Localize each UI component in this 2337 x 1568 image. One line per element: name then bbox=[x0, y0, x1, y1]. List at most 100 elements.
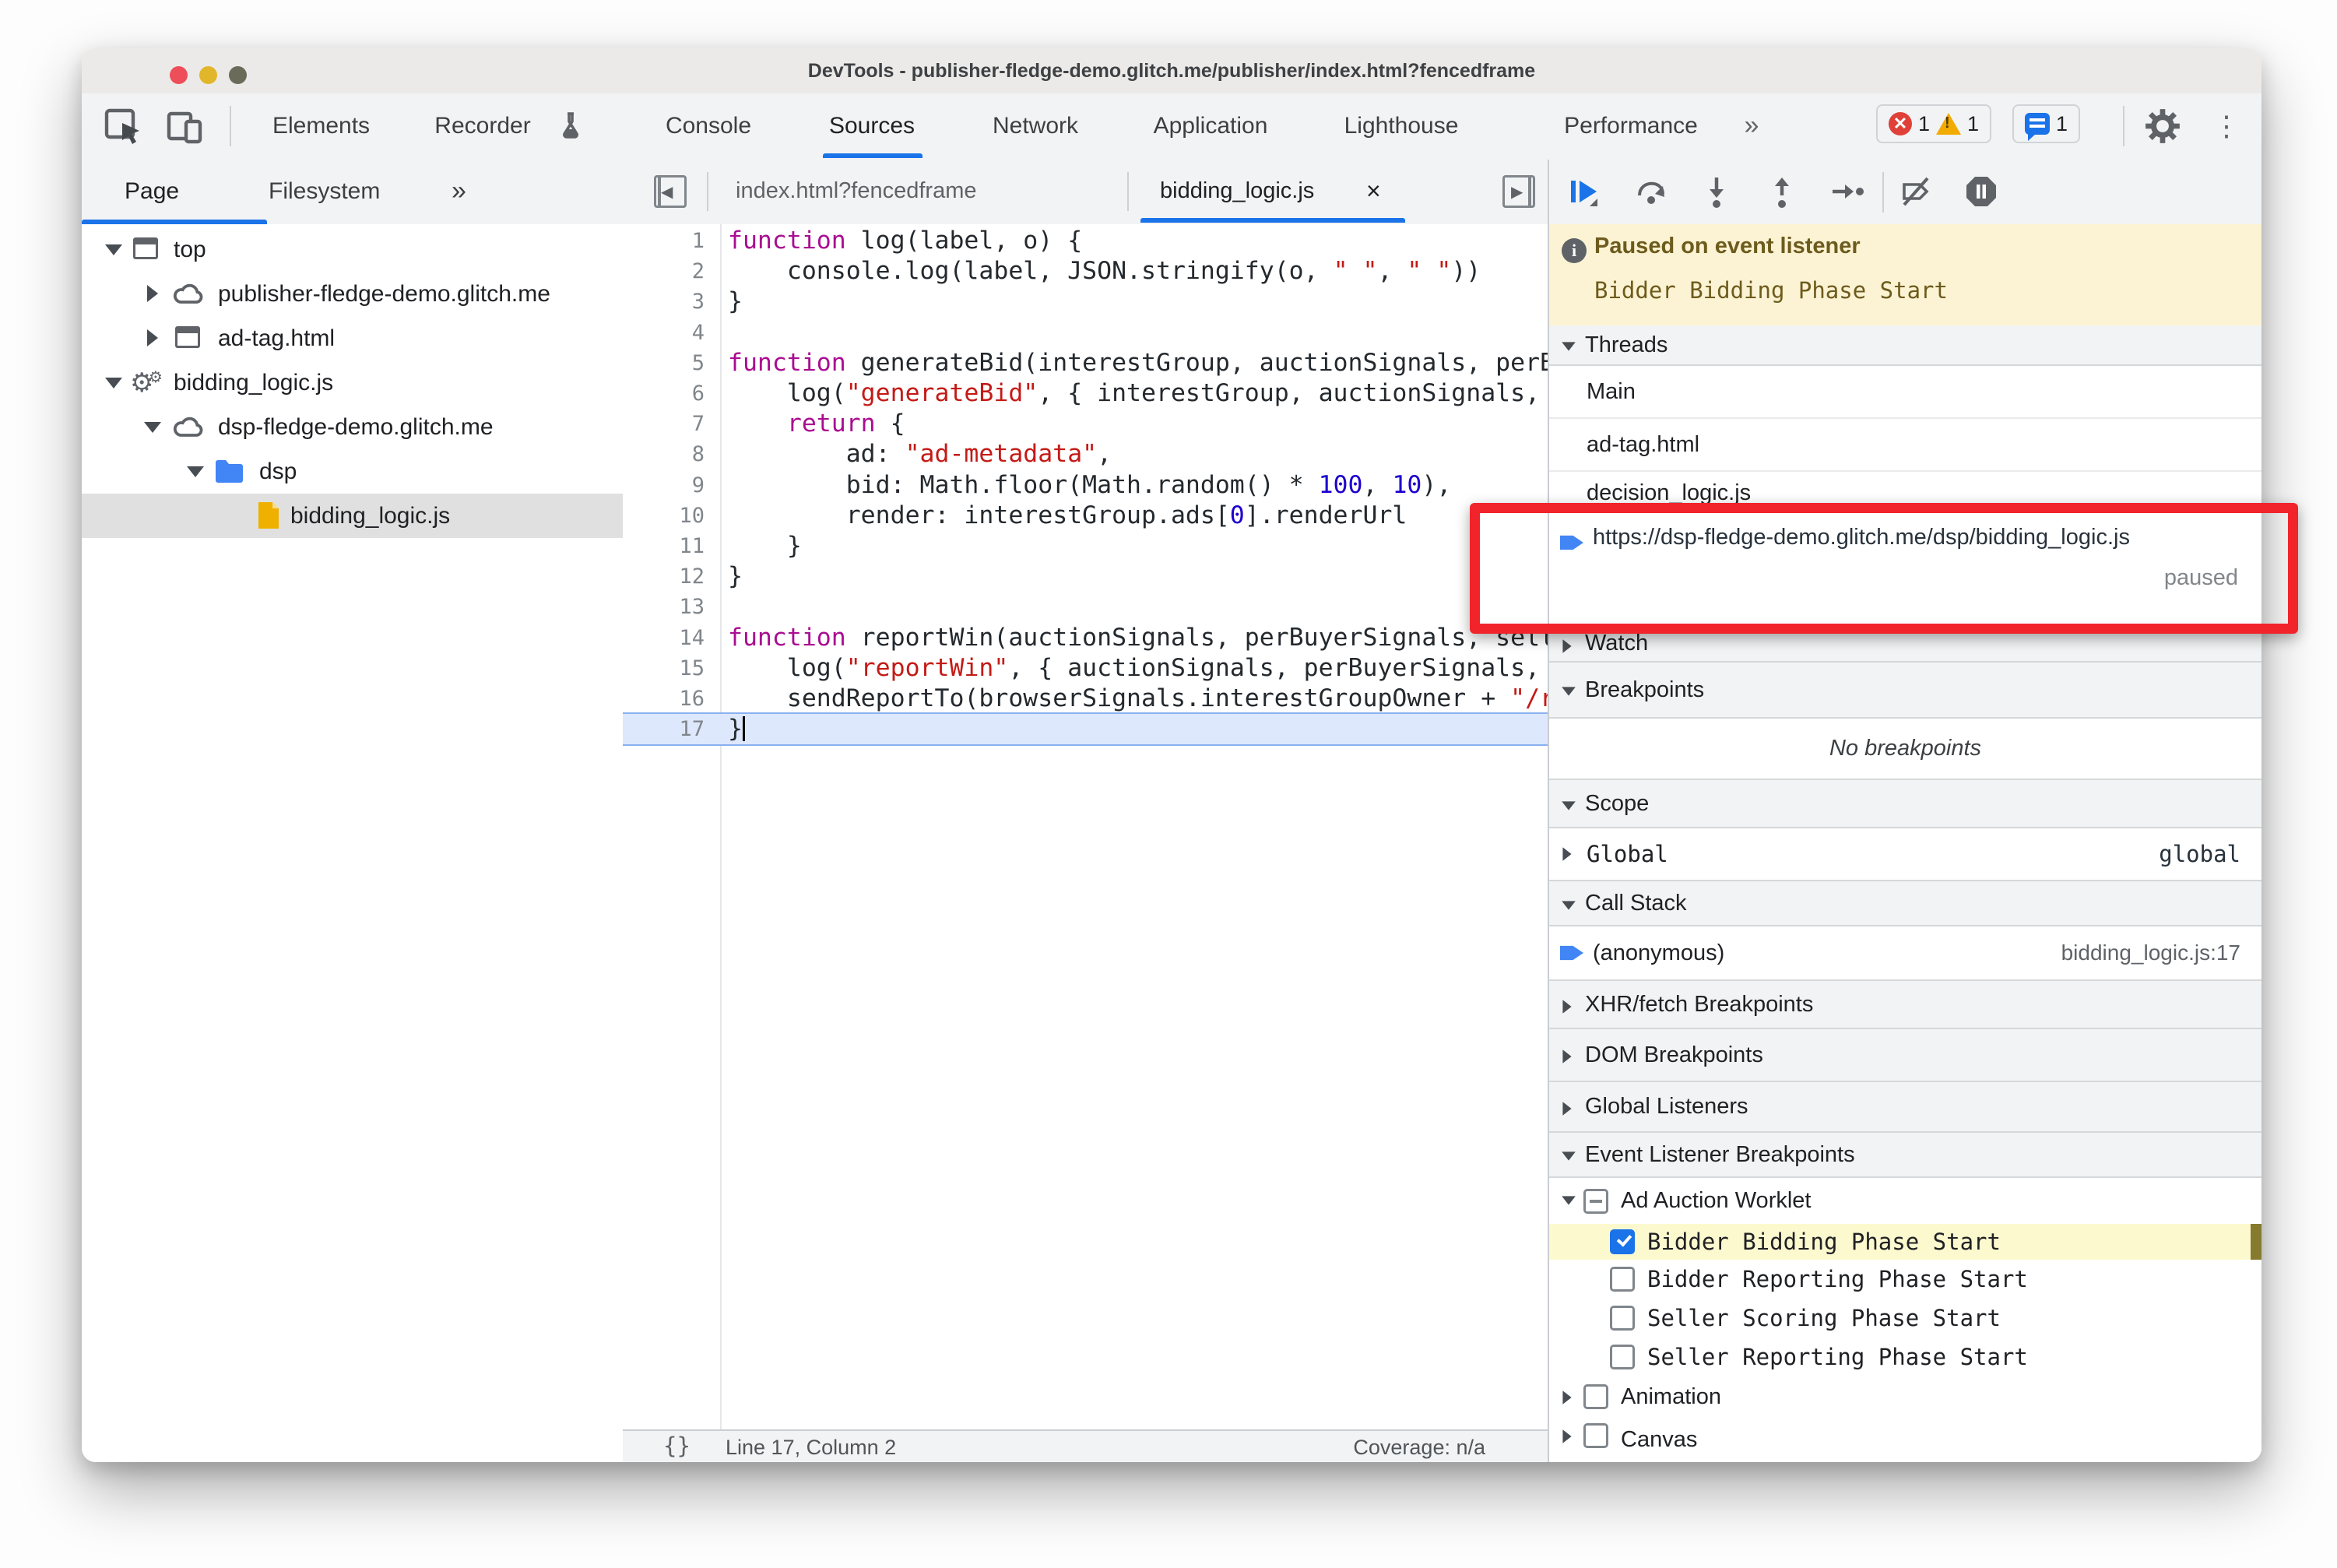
line-number[interactable]: 4 bbox=[623, 318, 705, 348]
kebab-menu-icon[interactable]: ⋮ bbox=[2203, 93, 2250, 158]
chevron-right-icon[interactable] bbox=[147, 285, 158, 302]
collapse-navigator-icon[interactable]: ◀ bbox=[654, 175, 687, 208]
threads-header[interactable]: Threads bbox=[1549, 325, 2261, 366]
step-button[interactable] bbox=[1829, 174, 1865, 209]
line-number[interactable]: 15 bbox=[623, 653, 705, 684]
code-line[interactable]: 16 sendReportTo(browserSignals.interestG… bbox=[623, 684, 1548, 714]
code-line[interactable]: 2 console.log(label, JSON.stringify(o, "… bbox=[623, 256, 1548, 287]
line-number[interactable]: 9 bbox=[623, 470, 705, 501]
expand-debugger-icon[interactable]: ▶ bbox=[1502, 175, 1535, 208]
code-line[interactable]: 5 function generateBid(interestGroup, auc… bbox=[623, 348, 1548, 378]
editor-tab-bidding-logic[interactable]: bidding_logic.js bbox=[1160, 160, 1314, 223]
code-line[interactable]: 12} bbox=[623, 561, 1548, 592]
tab-recorder[interactable]: Recorder bbox=[424, 93, 541, 158]
console-status-badge[interactable]: ✕ 1 1 bbox=[1876, 104, 1992, 143]
code-line[interactable]: 9 bid: Math.floor(Math.random() * 100, 1… bbox=[623, 470, 1548, 501]
line-number[interactable]: 8 bbox=[623, 439, 705, 469]
tab-performance[interactable]: Performance bbox=[1545, 93, 1717, 158]
line-number[interactable]: 11 bbox=[623, 531, 705, 561]
tree-item-bidding-logic-worklet[interactable]: ⚙ ⚙ bidding_logic.js bbox=[82, 360, 623, 405]
tab-network[interactable]: Network bbox=[977, 93, 1094, 158]
tab-application[interactable]: Application bbox=[1140, 93, 1281, 158]
call-stack-section-header[interactable]: Call Stack bbox=[1549, 880, 2261, 926]
code-line[interactable]: 13 bbox=[623, 592, 1548, 622]
bidder-bidding-phase-row[interactable]: Bidder Bidding Phase Start bbox=[1549, 1224, 2261, 1260]
chevron-down-icon[interactable] bbox=[105, 378, 122, 388]
sidebar-tab-page[interactable]: Page bbox=[125, 160, 179, 223]
animation-row[interactable]: Animation bbox=[1549, 1376, 2261, 1417]
code-editor[interactable]: 1 function log(label, o) {2 console.log(l… bbox=[623, 224, 1548, 1429]
more-tabs-chevron-icon[interactable]: » bbox=[1728, 93, 1775, 158]
code-line[interactable]: 7 return { bbox=[623, 409, 1548, 439]
line-number[interactable]: 13 bbox=[623, 592, 705, 622]
pause-on-exceptions-button[interactable] bbox=[1963, 174, 1999, 209]
line-number[interactable]: 6 bbox=[623, 378, 705, 409]
line-number[interactable]: 2 bbox=[623, 256, 705, 287]
code-line[interactable]: 1 function log(label, o) { bbox=[623, 226, 1548, 256]
ad-auction-worklet-checkbox[interactable] bbox=[1583, 1189, 1608, 1214]
tree-item-ad-tag[interactable]: ad-tag.html bbox=[82, 316, 623, 360]
seller-reporting-phase-row[interactable]: Seller Reporting Phase Start bbox=[1549, 1338, 2261, 1376]
global-listeners-header[interactable]: Global Listeners bbox=[1549, 1082, 2261, 1133]
line-number[interactable]: 3 bbox=[623, 287, 705, 317]
line-number[interactable]: 1 bbox=[623, 226, 705, 256]
gear-icon[interactable] bbox=[2143, 107, 2182, 146]
bidder-reporting-phase-checkbox[interactable] bbox=[1610, 1267, 1635, 1292]
seller-scoring-phase-checkbox[interactable] bbox=[1610, 1306, 1635, 1331]
pretty-print-icon[interactable]: {} bbox=[663, 1433, 691, 1459]
step-over-button[interactable] bbox=[1633, 174, 1669, 209]
issues-badge[interactable]: 1 bbox=[2012, 104, 2081, 143]
xhr-breakpoints-header[interactable]: XHR/fetch Breakpoints bbox=[1549, 979, 2261, 1029]
resume-script-button[interactable] bbox=[1566, 174, 1602, 209]
tree-item-publisher-domain[interactable]: publisher-fledge-demo.glitch.me bbox=[82, 272, 623, 316]
seller-reporting-phase-checkbox[interactable] bbox=[1610, 1345, 1635, 1369]
call-stack-anonymous-row[interactable]: (anonymous) bidding_logic.js:17 bbox=[1549, 926, 2261, 979]
device-toolbar-icon[interactable] bbox=[166, 107, 205, 146]
seller-scoring-phase-row[interactable]: Seller Scoring Phase Start bbox=[1549, 1299, 2261, 1338]
editor-tab-index-html[interactable]: index.html?fencedframe bbox=[736, 160, 977, 223]
step-out-button[interactable] bbox=[1764, 174, 1800, 209]
line-number[interactable]: 16 bbox=[623, 684, 705, 714]
line-number[interactable]: 10 bbox=[623, 501, 705, 531]
line-number[interactable]: 7 bbox=[623, 409, 705, 439]
code-line[interactable]: 3} bbox=[623, 287, 1548, 317]
event-listener-breakpoints-header[interactable]: Event Listener Breakpoints bbox=[1549, 1133, 2261, 1178]
tree-item-top[interactable]: top bbox=[82, 227, 623, 272]
tree-item-bidding-logic-file[interactable]: bidding_logic.js bbox=[82, 494, 623, 538]
code-line[interactable]: 17} bbox=[623, 712, 1548, 747]
chevron-down-icon[interactable] bbox=[187, 466, 204, 477]
bidder-reporting-phase-row[interactable]: Bidder Reporting Phase Start bbox=[1549, 1260, 2261, 1299]
code-line[interactable]: 15 log("reportWin", { auctionSignals, pe… bbox=[623, 653, 1548, 684]
code-line[interactable]: 6 log("generateBid", { interestGroup, au… bbox=[623, 378, 1548, 409]
code-line[interactable]: 14 function reportWin(auctionSignals, per… bbox=[623, 623, 1548, 653]
code-line[interactable]: 10 render: interestGroup.ads[0].renderUr… bbox=[623, 501, 1548, 531]
thread-row-main[interactable]: Main bbox=[1549, 366, 2261, 419]
canvas-row[interactable]: Canvas bbox=[1549, 1417, 2261, 1462]
step-into-button[interactable] bbox=[1699, 174, 1734, 209]
canvas-checkbox[interactable] bbox=[1583, 1423, 1608, 1448]
code-line[interactable]: 11 } bbox=[623, 531, 1548, 561]
bidder-bidding-phase-checkbox[interactable] bbox=[1610, 1229, 1635, 1254]
sidebar-more-tabs-chevron-icon[interactable]: » bbox=[452, 160, 466, 223]
tab-lighthouse[interactable]: Lighthouse bbox=[1331, 93, 1471, 158]
tab-elements[interactable]: Elements bbox=[265, 93, 378, 158]
tree-item-dsp-folder[interactable]: dsp bbox=[82, 449, 623, 494]
code-line[interactable]: 8 ad: "ad-metadata", bbox=[623, 439, 1548, 469]
line-number[interactable]: 17 bbox=[623, 714, 705, 744]
tree-item-dsp-domain[interactable]: dsp-fledge-demo.glitch.me bbox=[82, 405, 623, 449]
close-tab-icon[interactable]: × bbox=[1366, 160, 1381, 223]
thread-row-ad-tag[interactable]: ad-tag.html bbox=[1549, 419, 2261, 472]
inspect-element-icon[interactable] bbox=[104, 107, 142, 146]
ad-auction-worklet-row[interactable]: Ad Auction Worklet bbox=[1549, 1178, 2261, 1224]
chevron-down-icon[interactable] bbox=[105, 244, 122, 255]
line-number[interactable]: 12 bbox=[623, 561, 705, 592]
breakpoints-section-header[interactable]: Breakpoints bbox=[1549, 663, 2261, 719]
scope-section-header[interactable]: Scope bbox=[1549, 779, 2261, 828]
dom-breakpoints-header[interactable]: DOM Breakpoints bbox=[1549, 1029, 2261, 1082]
tab-sources[interactable]: Sources bbox=[814, 93, 930, 158]
sidebar-tab-filesystem[interactable]: Filesystem bbox=[269, 160, 380, 223]
chevron-down-icon[interactable] bbox=[144, 422, 161, 433]
code-line[interactable]: 4 bbox=[623, 318, 1548, 348]
line-number[interactable]: 5 bbox=[623, 348, 705, 378]
chevron-right-icon[interactable] bbox=[147, 329, 158, 346]
